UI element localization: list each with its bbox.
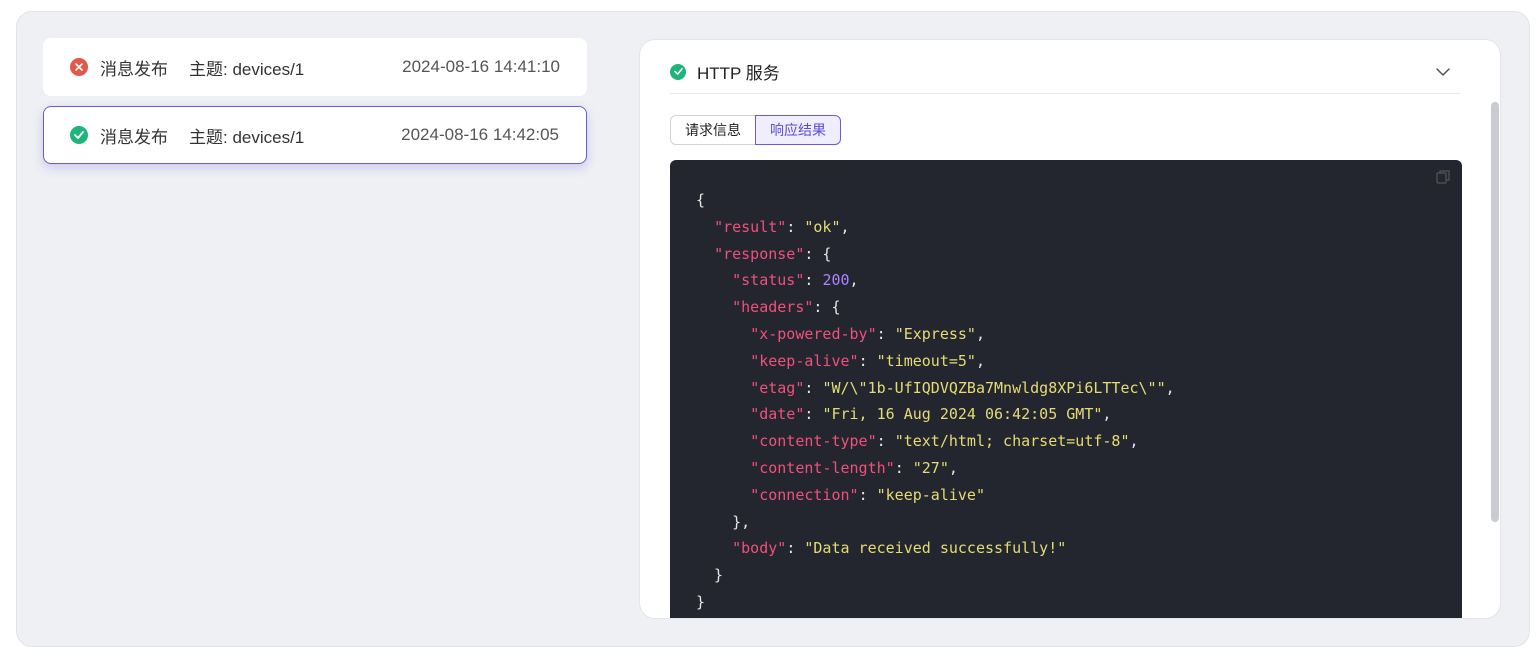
event-type: 消息发布 [100, 59, 168, 79]
panel-header[interactable]: HTTP 服务 [670, 50, 1460, 94]
chevron-down-icon[interactable] [1436, 64, 1450, 82]
event-item-selected[interactable]: 消息发布 主题: devices/1 2024-08-16 14:42:05 [43, 106, 587, 164]
close-circle-icon [70, 58, 88, 76]
panel-title: HTTP 服务 [697, 64, 780, 83]
event-time: 2024-08-16 14:41:10 [402, 57, 560, 76]
code-block: { "result": "ok", "response": { "status"… [670, 160, 1462, 618]
scrollbar[interactable] [1491, 102, 1499, 522]
tab-response-result[interactable]: 响应结果 [755, 115, 841, 145]
check-circle-icon [70, 126, 88, 144]
event-topic: 主题: devices/1 [189, 127, 305, 147]
tab-request-info[interactable]: 请求信息 [670, 115, 755, 145]
detail-panel: HTTP 服务 请求信息 响应结果 { "result": "ok", "res… [639, 39, 1501, 619]
check-circle-icon [670, 63, 686, 80]
json-response: { "result": "ok", "response": { "status"… [696, 191, 1175, 611]
event-item[interactable]: 消息发布 主题: devices/1 2024-08-16 14:41:10 [43, 38, 587, 96]
event-time: 2024-08-16 14:42:05 [401, 125, 559, 144]
event-type: 消息发布 [100, 127, 168, 147]
tab-group: 请求信息 响应结果 [670, 115, 841, 145]
copy-icon[interactable] [1436, 170, 1450, 189]
event-topic: 主题: devices/1 [189, 59, 305, 79]
